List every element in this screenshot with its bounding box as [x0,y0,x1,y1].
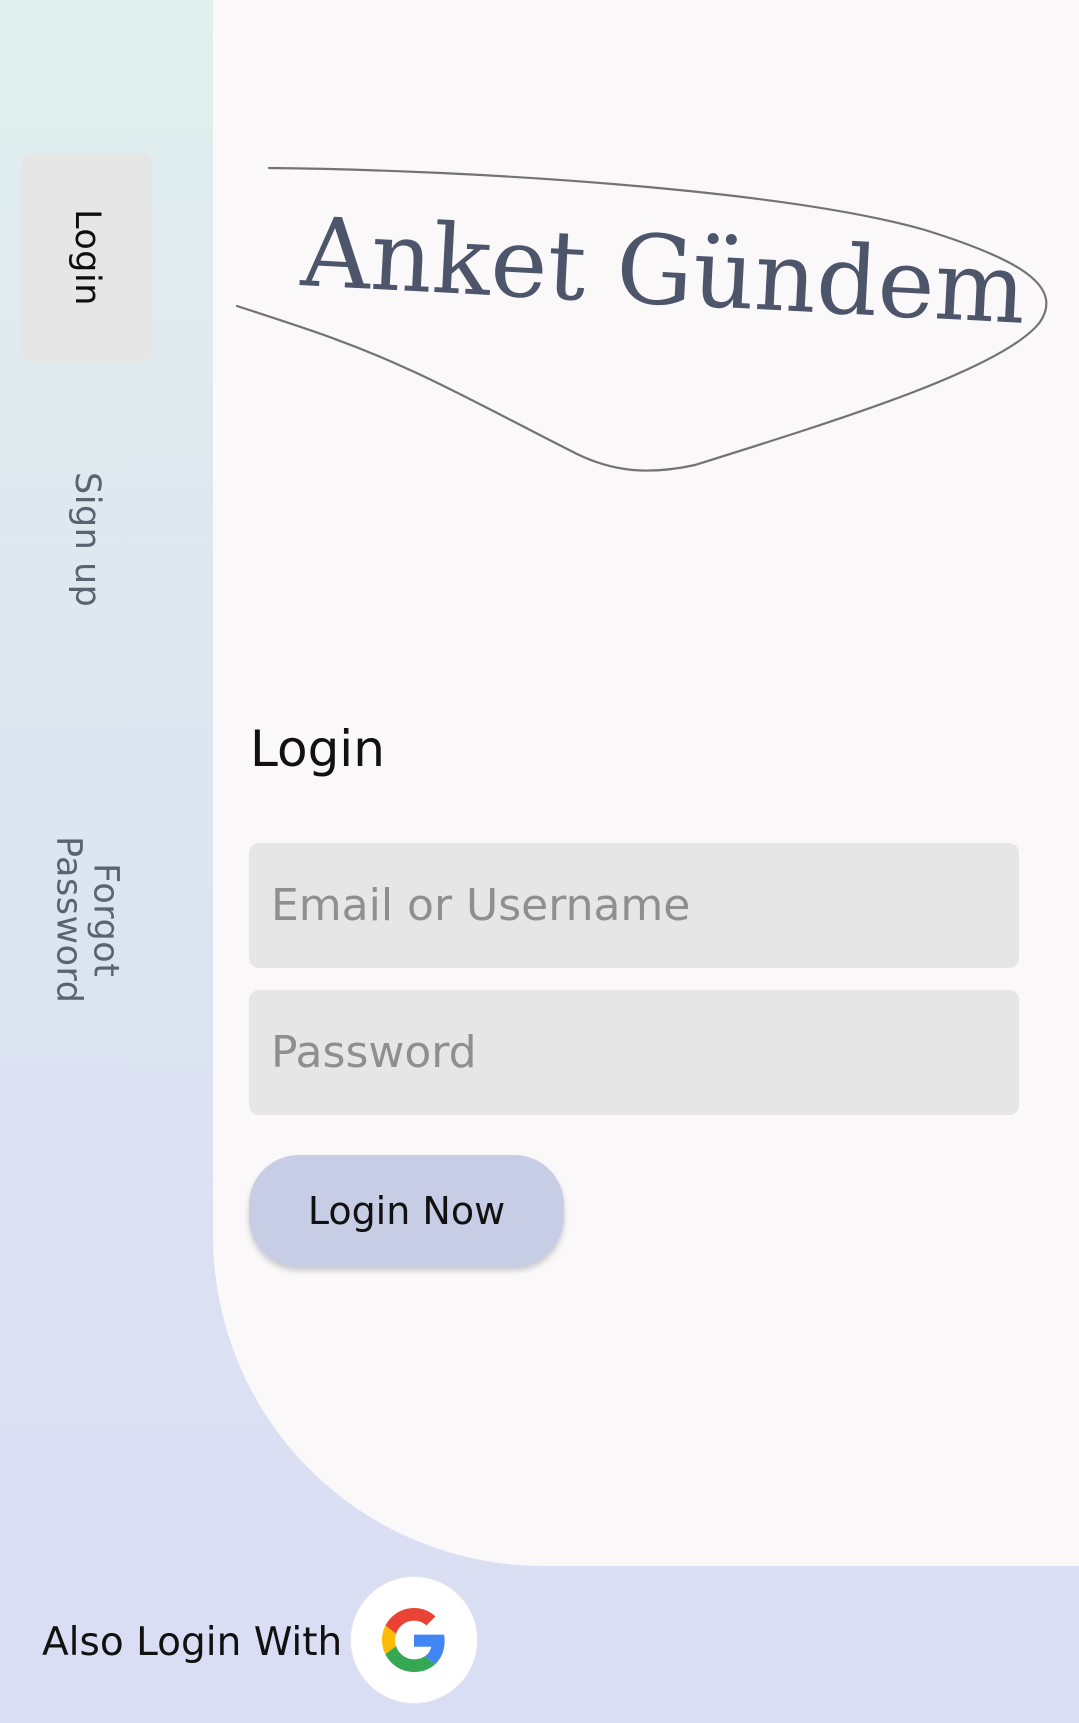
sidebar-tab-forgot-password-label: Forgot Password [48,836,126,1004]
google-icon [382,1608,445,1672]
app-logo: Anket Gündem [235,166,1048,472]
sidebar-tab-signup[interactable]: Sign up [21,440,152,640]
login-form-title: Login [250,720,385,778]
login-screen: Login Sign up Forgot Password Anket Günd… [0,0,1079,1723]
login-now-button[interactable]: Login Now [249,1155,564,1267]
logo-text: Anket Gündem [298,196,1029,346]
sidebar-tab-forgot-password[interactable]: Forgot Password [21,820,152,1020]
google-login-button[interactable] [350,1576,478,1704]
also-login-with-label: Also Login With [42,1620,343,1665]
password-input[interactable] [249,990,1019,1115]
sidebar-tab-signup-label: Sign up [66,472,107,608]
email-username-input[interactable] [249,843,1019,968]
sidebar-tab-login[interactable]: Login [21,153,152,361]
sidebar-tab-login-label: Login [66,208,107,306]
